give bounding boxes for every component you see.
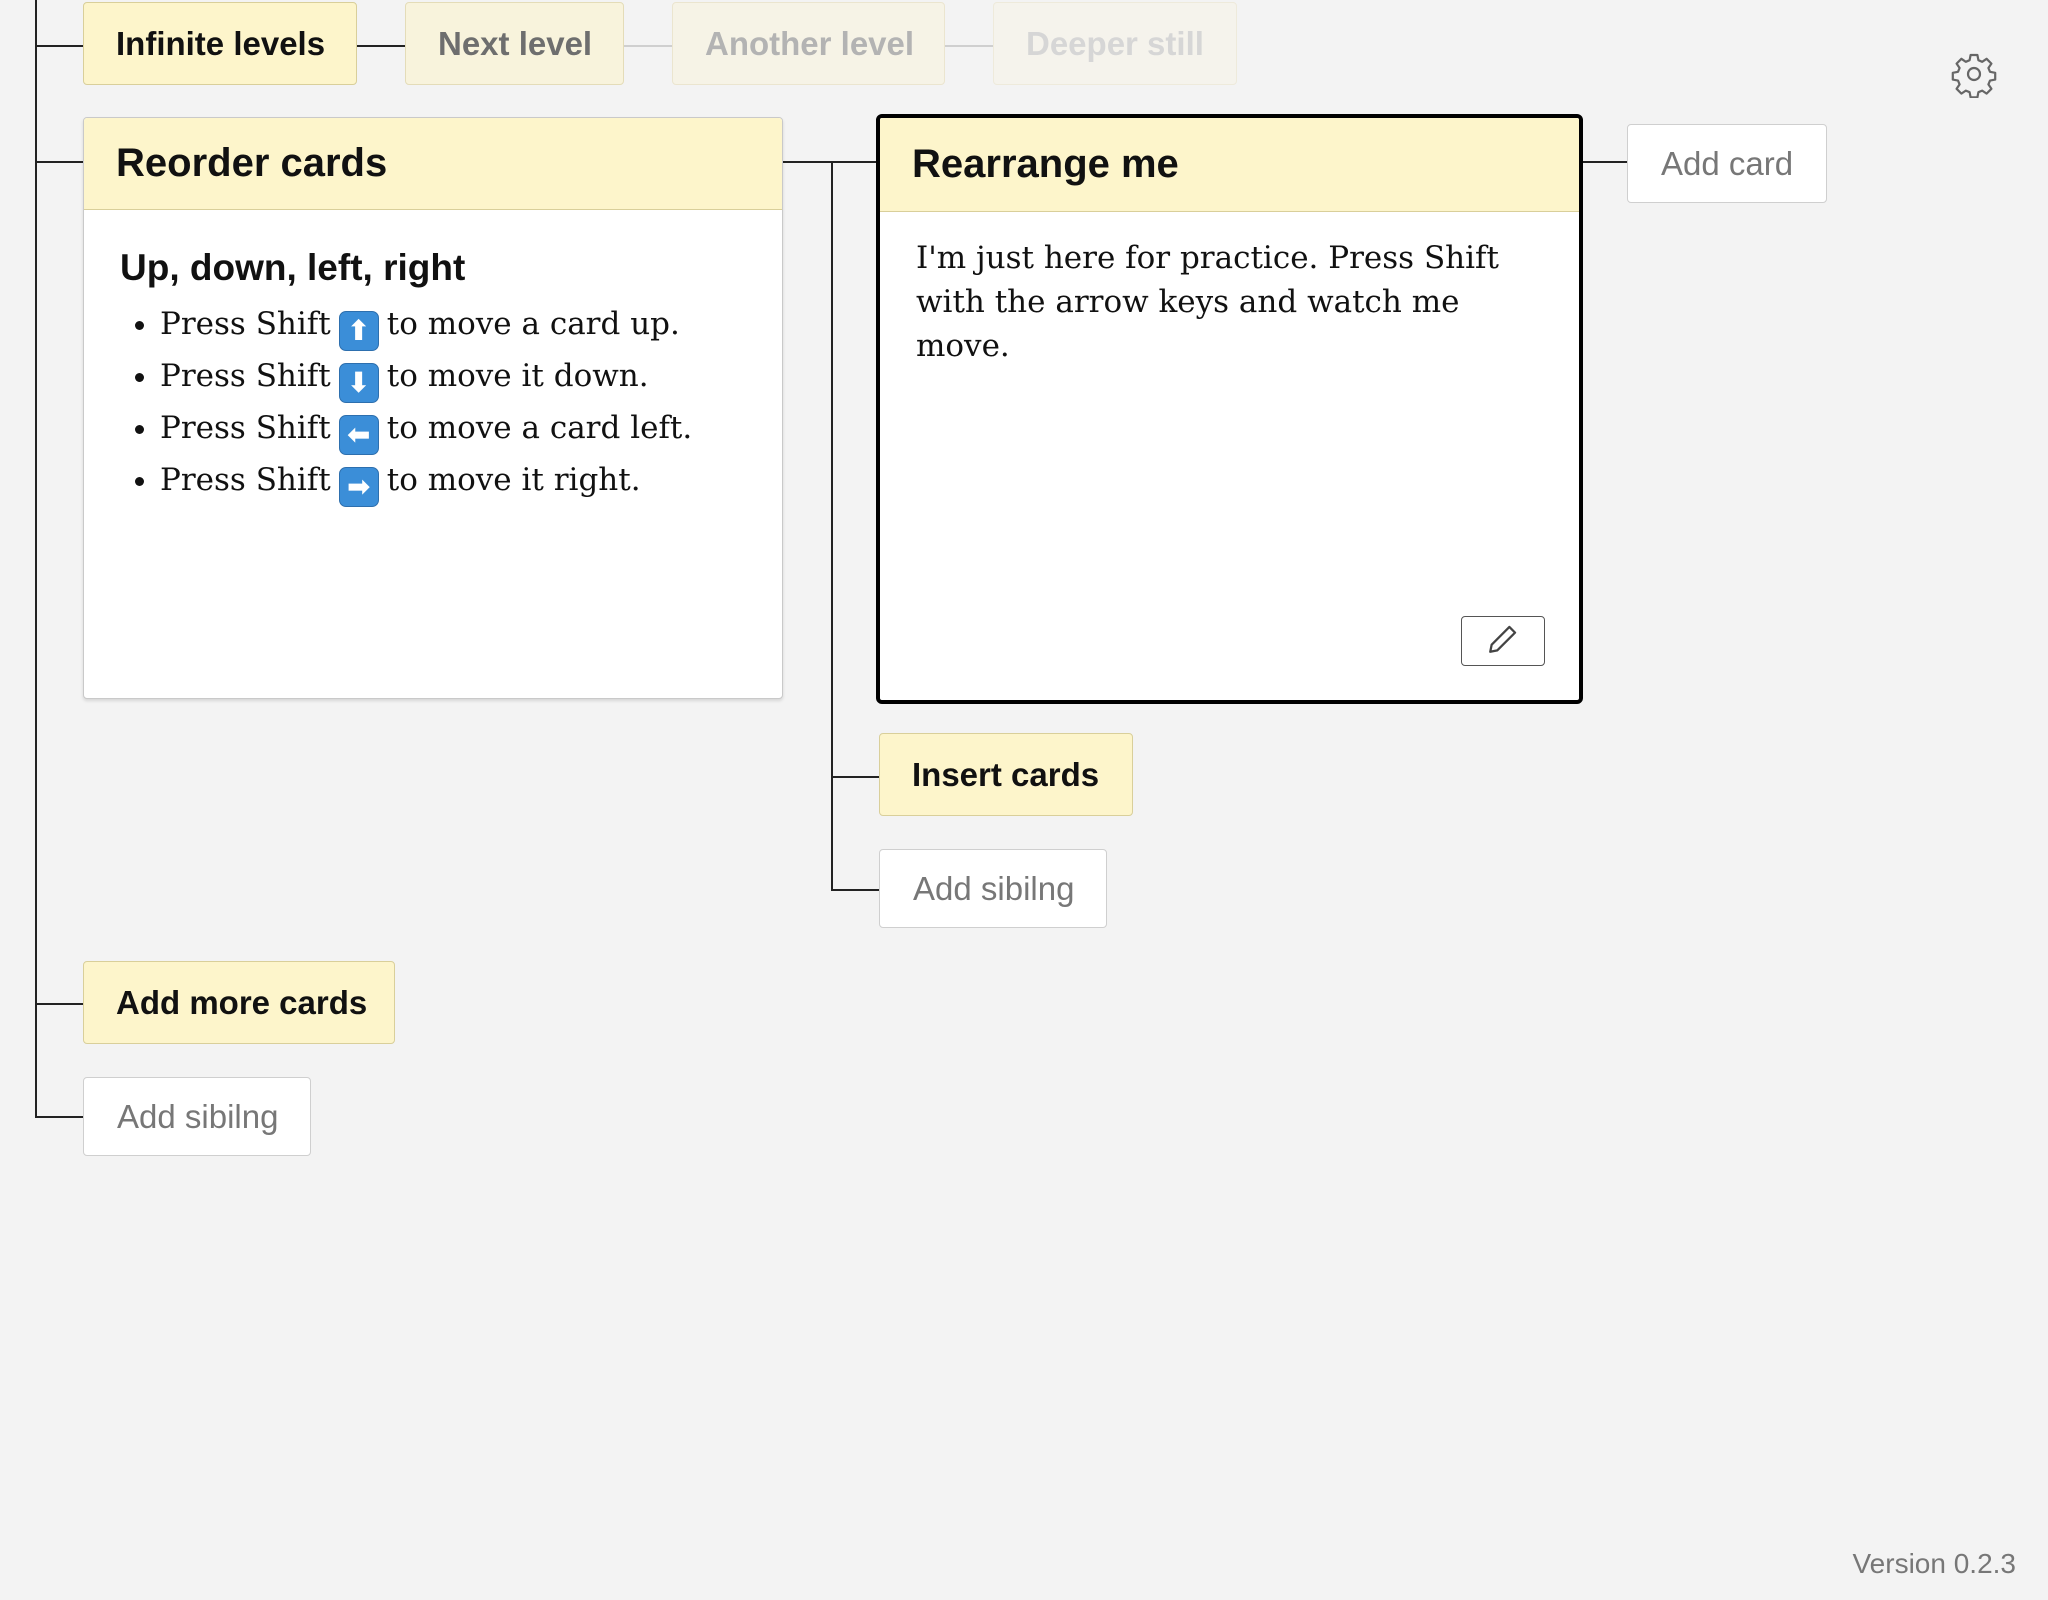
card-text: I'm just here for practice. Press Shift … [916, 240, 1499, 364]
list-item: Press Shift➡to move it right. [160, 454, 746, 507]
tree-connector [356, 45, 406, 47]
level-next-level[interactable]: Next level [405, 2, 624, 85]
tree-connector [944, 45, 994, 47]
card-title: Insert cards [912, 755, 1100, 793]
tree-connector [1582, 161, 1628, 163]
arrow-right-icon: ➡ [338, 467, 379, 507]
add-sibling-button[interactable]: Add sibilng [879, 849, 1107, 928]
tree-connector [35, 45, 84, 47]
list-item: Press Shift⬆to move a card up. [160, 298, 746, 351]
edit-button[interactable] [1461, 616, 1545, 666]
item-text: Press Shift [160, 410, 331, 446]
arrow-left-icon: ⬅ [338, 415, 379, 455]
version-label: Version 0.2.3 [1852, 1548, 2016, 1579]
item-text: to move a card left. [386, 410, 693, 446]
card-title: Add more cards [116, 983, 368, 1021]
tree-connector [35, 1003, 84, 1005]
button-label: Add sibilng [117, 1097, 279, 1135]
item-text: to move it right. [386, 462, 641, 498]
tree-connector [782, 161, 878, 163]
tree-connector [831, 889, 881, 891]
item-text: to move a card up. [386, 306, 680, 342]
button-label: Add sibilng [913, 869, 1075, 907]
tree-connector [624, 45, 673, 47]
card-heading: Up, down, left, right [120, 247, 466, 288]
add-sibling-button[interactable]: Add sibilng [83, 1077, 311, 1156]
level-infinite-levels[interactable]: Infinite levels [83, 2, 357, 85]
tree-connector [831, 161, 833, 891]
item-text: Press Shift [160, 358, 331, 394]
card-title: Rearrange me [880, 118, 1579, 212]
tree-connector [35, 161, 84, 163]
card-reorder-cards[interactable]: Reorder cards Up, down, left, right Pres… [83, 117, 783, 699]
list-item: Press Shift⬅to move a card left. [160, 402, 746, 455]
item-text: Press Shift [160, 306, 331, 342]
level-label: Next level [438, 24, 593, 62]
add-card-button[interactable]: Add card [1627, 124, 1827, 203]
shortcut-list: Press Shift⬆to move a card up. Press Shi… [120, 298, 746, 507]
level-another-level[interactable]: Another level [672, 2, 945, 85]
level-label: Infinite levels [116, 24, 326, 62]
arrow-down-icon: ⬇ [338, 363, 379, 403]
level-deeper-still[interactable]: Deeper still [993, 2, 1237, 85]
item-text: to move it down. [386, 358, 649, 394]
tree-connector [35, 1116, 84, 1118]
tree-connector [831, 776, 881, 778]
card-add-more-cards[interactable]: Add more cards [83, 961, 395, 1044]
card-rearrange-me[interactable]: Rearrange me I'm just here for practice.… [876, 114, 1583, 704]
tree-connector [35, 0, 37, 1118]
card-body: I'm just here for practice. Press Shift … [880, 212, 1579, 396]
level-label: Deeper still [1026, 24, 1204, 62]
gear-icon[interactable] [1950, 50, 1998, 99]
card-insert-cards[interactable]: Insert cards [879, 733, 1133, 816]
item-text: Press Shift [160, 462, 331, 498]
arrow-up-icon: ⬆ [338, 311, 379, 351]
card-body: Up, down, left, right Press Shift⬆to mov… [84, 210, 782, 534]
button-label: Add card [1661, 144, 1794, 182]
level-label: Another level [705, 24, 915, 62]
card-title: Reorder cards [84, 118, 782, 210]
list-item: Press Shift⬇to move it down. [160, 350, 746, 403]
pencil-icon [1486, 622, 1520, 661]
